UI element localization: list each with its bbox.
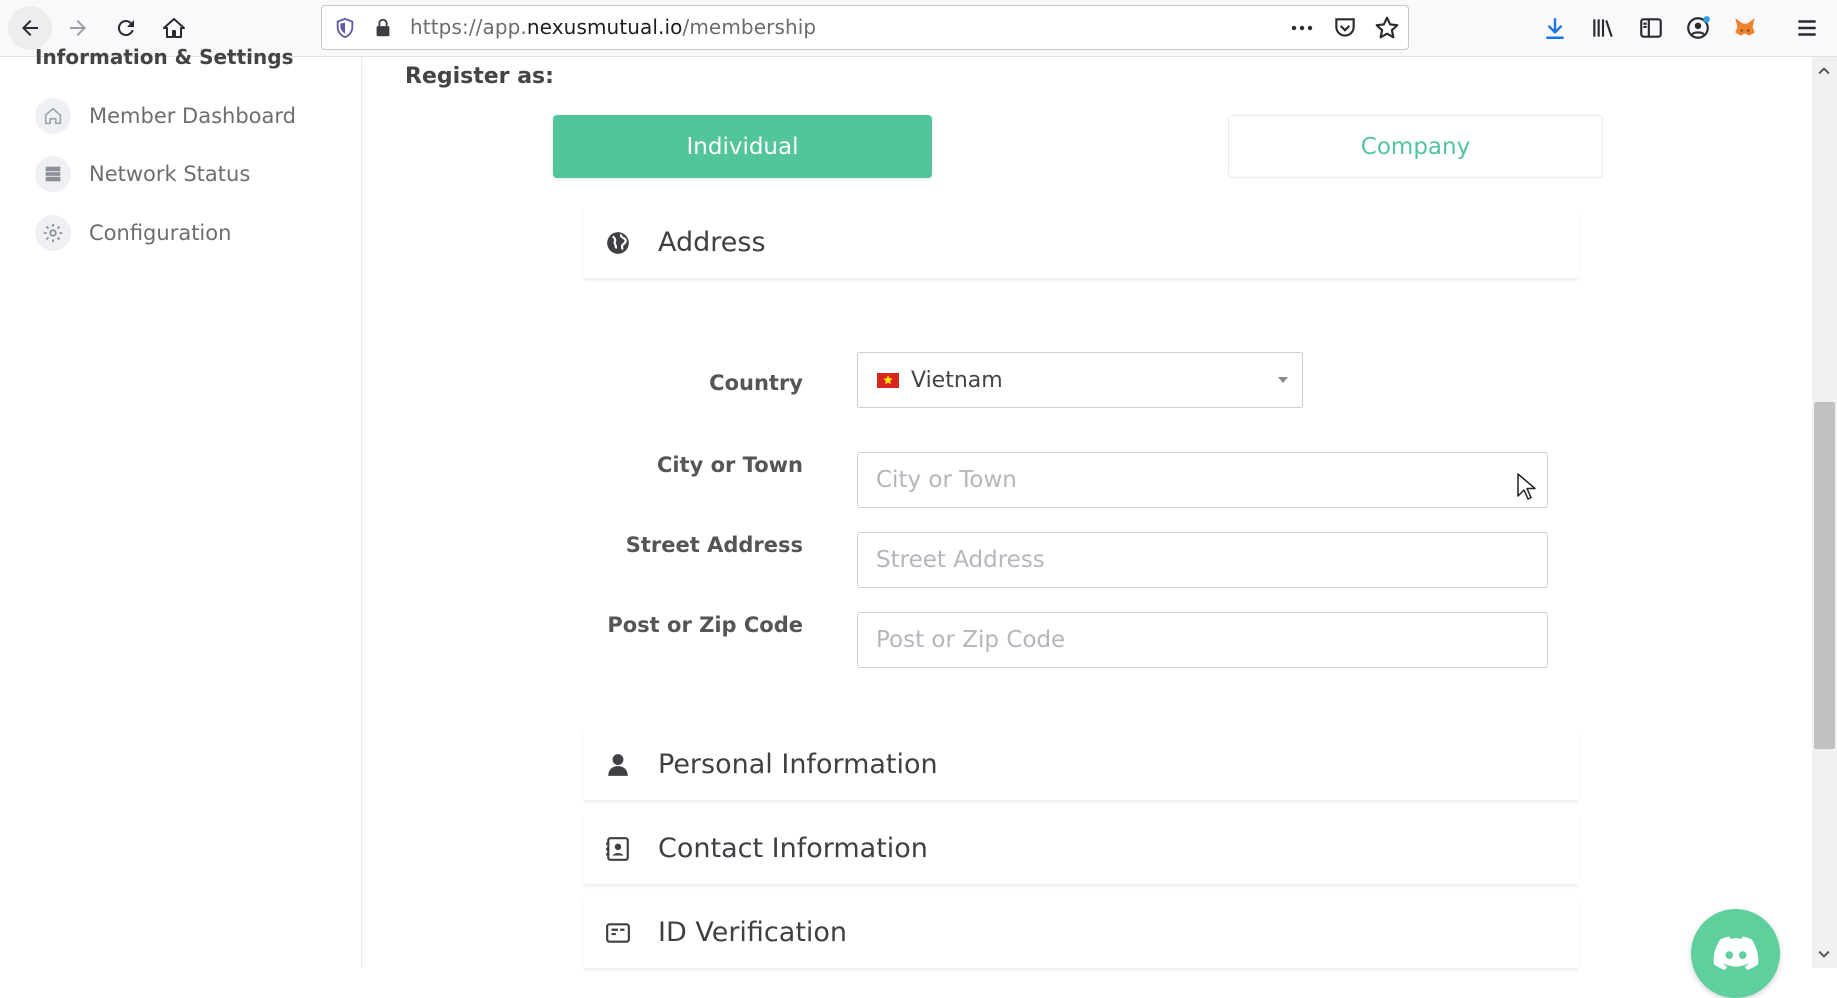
user-icon <box>604 751 632 779</box>
home-icon <box>35 98 71 134</box>
url-bar[interactable]: https://app.nexusmutual.io/membership <box>321 5 1409 50</box>
shield-icon[interactable] <box>334 17 356 39</box>
register-as-label: Register as: <box>405 64 554 89</box>
sidebar-heading: Information & Settings <box>35 45 294 69</box>
star-icon[interactable] <box>1374 15 1400 41</box>
url-prefix: https://app. <box>410 15 527 39</box>
url-host: nexusmutual.io <box>526 15 683 39</box>
account-icon <box>1687 16 1710 39</box>
globe-icon <box>604 229 632 257</box>
sidebar-icon <box>1640 18 1662 38</box>
vietnam-flag-icon <box>877 372 899 388</box>
sidebar-item-label: Configuration <box>89 221 232 245</box>
sidebar-item-network-status[interactable]: Network Status <box>35 154 250 194</box>
menu-button[interactable] <box>1792 13 1822 43</box>
company-button[interactable]: Company <box>1228 115 1603 178</box>
id-card-icon <box>604 919 632 947</box>
sidebar-item-member-dashboard[interactable]: Member Dashboard <box>35 96 296 136</box>
scroll-down-arrow-icon[interactable] <box>1816 946 1832 962</box>
sidebar-toggle-button[interactable] <box>1636 13 1666 43</box>
app-content: Information & Settings Member Dashboard … <box>0 45 1812 998</box>
sidebar-item-label: Network Status <box>89 162 251 186</box>
section-title: Address <box>658 227 766 258</box>
lock-icon[interactable] <box>372 17 394 39</box>
gear-icon <box>35 215 71 251</box>
home-icon <box>163 18 185 38</box>
discord-icon <box>1713 935 1758 970</box>
reload-button[interactable] <box>104 6 148 50</box>
downloads-button[interactable] <box>1540 13 1570 43</box>
contact-card-icon <box>604 835 632 863</box>
street-label: Street Address <box>625 533 803 557</box>
section-title: ID Verification <box>658 917 848 948</box>
reload-icon <box>117 19 134 36</box>
sidebar-item-label: Member Dashboard <box>89 104 296 128</box>
page-scrollbar[interactable] <box>1812 57 1837 968</box>
pocket-icon[interactable] <box>1332 15 1358 41</box>
server-icon <box>35 156 71 192</box>
zip-code-input[interactable] <box>857 612 1548 668</box>
zip-label: Post or Zip Code <box>607 613 803 637</box>
individual-button[interactable]: Individual <box>553 115 932 178</box>
membership-form: Register as: Individual Company Address … <box>363 57 1812 969</box>
country-label: Country <box>709 371 803 395</box>
sidebar: Information & Settings Member Dashboard … <box>0 45 362 968</box>
menu-icon <box>1798 20 1816 36</box>
back-button[interactable] <box>8 6 52 50</box>
library-icon <box>1593 19 1613 38</box>
home-button[interactable] <box>152 6 196 50</box>
mouse-cursor-icon <box>1517 473 1536 500</box>
library-button[interactable] <box>1588 13 1618 43</box>
forward-button[interactable] <box>56 6 100 50</box>
scroll-thumb[interactable] <box>1814 402 1835 749</box>
chevron-down-icon <box>1278 377 1288 383</box>
country-value: Vietnam <box>911 367 1003 393</box>
section-title: Personal Information <box>658 749 938 780</box>
country-select[interactable]: Vietnam <box>857 352 1303 408</box>
metamask-icon <box>1735 18 1755 36</box>
city-input[interactable] <box>857 452 1548 508</box>
contact-information-section-header[interactable]: Contact Information <box>584 813 1578 885</box>
more-icon[interactable] <box>1288 14 1316 42</box>
sidebar-item-configuration[interactable]: Configuration <box>35 213 231 253</box>
discord-chat-button[interactable] <box>1691 909 1780 998</box>
download-icon <box>1546 18 1564 39</box>
scroll-up-arrow-icon[interactable] <box>1816 63 1832 79</box>
metamask-button[interactable] <box>1730 13 1760 43</box>
id-verification-section-header[interactable]: ID Verification <box>584 897 1578 969</box>
city-label: City or Town <box>656 453 803 477</box>
url-path: /membership <box>682 15 817 39</box>
account-button[interactable] <box>1683 13 1713 43</box>
url-text[interactable]: https://app.nexusmutual.io/membership <box>410 6 816 49</box>
section-title: Contact Information <box>658 833 928 864</box>
back-icon <box>22 20 38 36</box>
address-section-header[interactable]: Address <box>584 207 1578 279</box>
forward-icon <box>70 20 86 36</box>
personal-information-section-header[interactable]: Personal Information <box>584 729 1578 801</box>
street-address-input[interactable] <box>857 532 1548 588</box>
